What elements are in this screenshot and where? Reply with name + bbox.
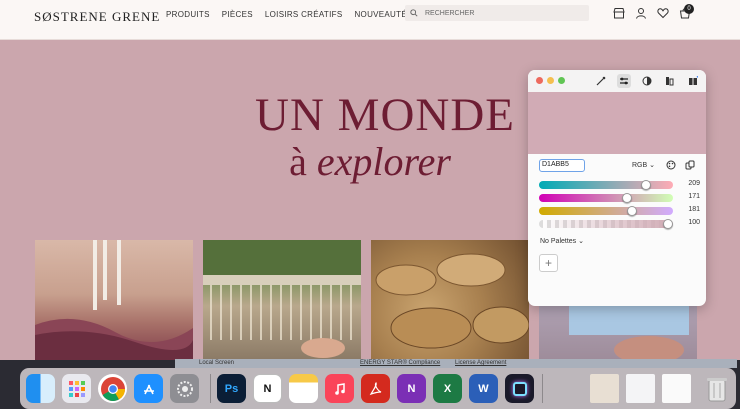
recorder-frame (512, 381, 527, 396)
nav-nouveautes[interactable]: NOUVEAUTÉS (354, 10, 412, 19)
nav-produits[interactable]: PRODUITS (166, 10, 210, 19)
notion-icon[interactable]: N (253, 374, 282, 403)
screen-recorder-icon[interactable] (505, 374, 534, 403)
dock: Ps N N X W (20, 368, 736, 409)
notes-icon[interactable] (289, 374, 318, 403)
color-swatch (528, 92, 706, 154)
photoshop-icon[interactable]: Ps (217, 374, 246, 403)
word-icon[interactable]: W (469, 374, 498, 403)
textiles-image (35, 240, 193, 360)
minimize-button[interactable] (547, 77, 554, 84)
palette-icon[interactable] (665, 159, 677, 171)
blue-value: 181 (688, 206, 700, 213)
search-icon (410, 9, 418, 17)
search-placeholder: RECHERCHER (425, 9, 475, 17)
strip-compliance-link[interactable]: ENERGY STAR® Compliance (360, 360, 440, 366)
system-settings-icon[interactable] (170, 374, 199, 403)
site-logo[interactable]: SØSTRENE GRENE (34, 9, 160, 25)
color-mode-label: RGB (632, 162, 648, 169)
hex-input[interactable]: D1ABB5 (539, 159, 585, 172)
trash-icon[interactable] (702, 374, 731, 403)
alpha-slider[interactable] (539, 219, 673, 229)
document-stack-icon[interactable] (590, 374, 619, 403)
alpha-slider-knob[interactable] (663, 219, 673, 229)
screen: SØSTRENE GRENE PRODUITS PIÈCES LOISIRS C… (0, 0, 740, 409)
zoom-button[interactable] (558, 77, 565, 84)
red-value: 209 (688, 180, 700, 187)
nav-pieces[interactable]: PIÈCES (222, 10, 253, 19)
blue-slider[interactable] (539, 206, 673, 216)
green-value: 171 (688, 193, 700, 200)
window-preview-2-icon[interactable] (662, 374, 691, 403)
picker-toolbar (594, 74, 700, 88)
chrome-icon[interactable] (98, 374, 127, 403)
close-button[interactable] (536, 77, 543, 84)
cart-count-badge: 0 (684, 4, 694, 14)
red-slider-knob[interactable] (640, 180, 651, 190)
eyedropper-icon[interactable] (594, 74, 608, 88)
weaving-image (203, 240, 361, 358)
alpha-value: 100 (688, 219, 700, 226)
hero-subtitle-b: explorer (316, 139, 451, 184)
palettes-dropdown[interactable]: No Palettes ⌄ (540, 237, 584, 245)
baskets-image (375, 253, 529, 349)
red-slider[interactable] (539, 180, 673, 190)
acrobat-icon[interactable] (361, 374, 390, 403)
chevron-down-icon: ⌄ (649, 162, 655, 169)
palettes-label: No Palettes (540, 238, 577, 245)
wishlist-heart-icon[interactable] (656, 6, 669, 19)
account-icon[interactable] (634, 6, 647, 19)
color-picker-window: D1ABB5 RGB ⌄ 209 171 181 100 No Palettes… (528, 70, 706, 306)
green-slider[interactable] (539, 193, 673, 203)
library-icon[interactable] (686, 74, 700, 88)
site-header: SØSTRENE GRENE PRODUITS PIÈCES LOISIRS C… (0, 0, 740, 40)
music-icon[interactable] (325, 374, 354, 403)
launchpad-icon[interactable] (62, 374, 91, 403)
store-icon[interactable] (612, 6, 625, 19)
window-preview-icon[interactable] (626, 374, 655, 403)
header-icons (612, 6, 691, 19)
picker-titlebar (528, 70, 706, 92)
strip-license-link[interactable]: License Agreement (455, 360, 506, 366)
nav-loisirs[interactable]: LOISIRS CRÉATIFS (265, 10, 343, 19)
chevron-down-icon: ⌄ (578, 238, 585, 245)
blue-slider-knob[interactable] (627, 206, 638, 216)
color-mode-select[interactable]: RGB ⌄ (632, 161, 655, 169)
dock-separator (542, 374, 543, 403)
add-palette-button[interactable]: + (539, 254, 558, 272)
green-slider-knob[interactable] (622, 193, 633, 203)
swatches-icon[interactable] (663, 74, 677, 88)
alpha-gradient (539, 220, 673, 228)
strip-left-text: Local Screen (199, 360, 235, 366)
dock-separator (210, 374, 211, 403)
background-info-strip: Local Screen ENERGY STAR® Compliance Lic… (175, 359, 737, 368)
category-tile-baskets[interactable] (371, 240, 529, 360)
search-input[interactable]: RECHERCHER (405, 5, 589, 21)
excel-icon[interactable]: X (433, 374, 462, 403)
copy-icon[interactable] (684, 159, 696, 171)
contrast-icon[interactable] (640, 74, 654, 88)
app-store-icon[interactable] (134, 374, 163, 403)
category-tile-textiles[interactable] (35, 240, 193, 360)
main-nav: PRODUITS PIÈCES LOISIRS CRÉATIFS NOUVEAU… (166, 10, 413, 19)
onenote-icon[interactable]: N (397, 374, 426, 403)
finder-icon[interactable] (26, 374, 55, 403)
hero-subtitle-a: à (289, 139, 307, 184)
sliders-icon[interactable] (617, 74, 631, 88)
category-tile-weaving[interactable] (203, 240, 361, 360)
